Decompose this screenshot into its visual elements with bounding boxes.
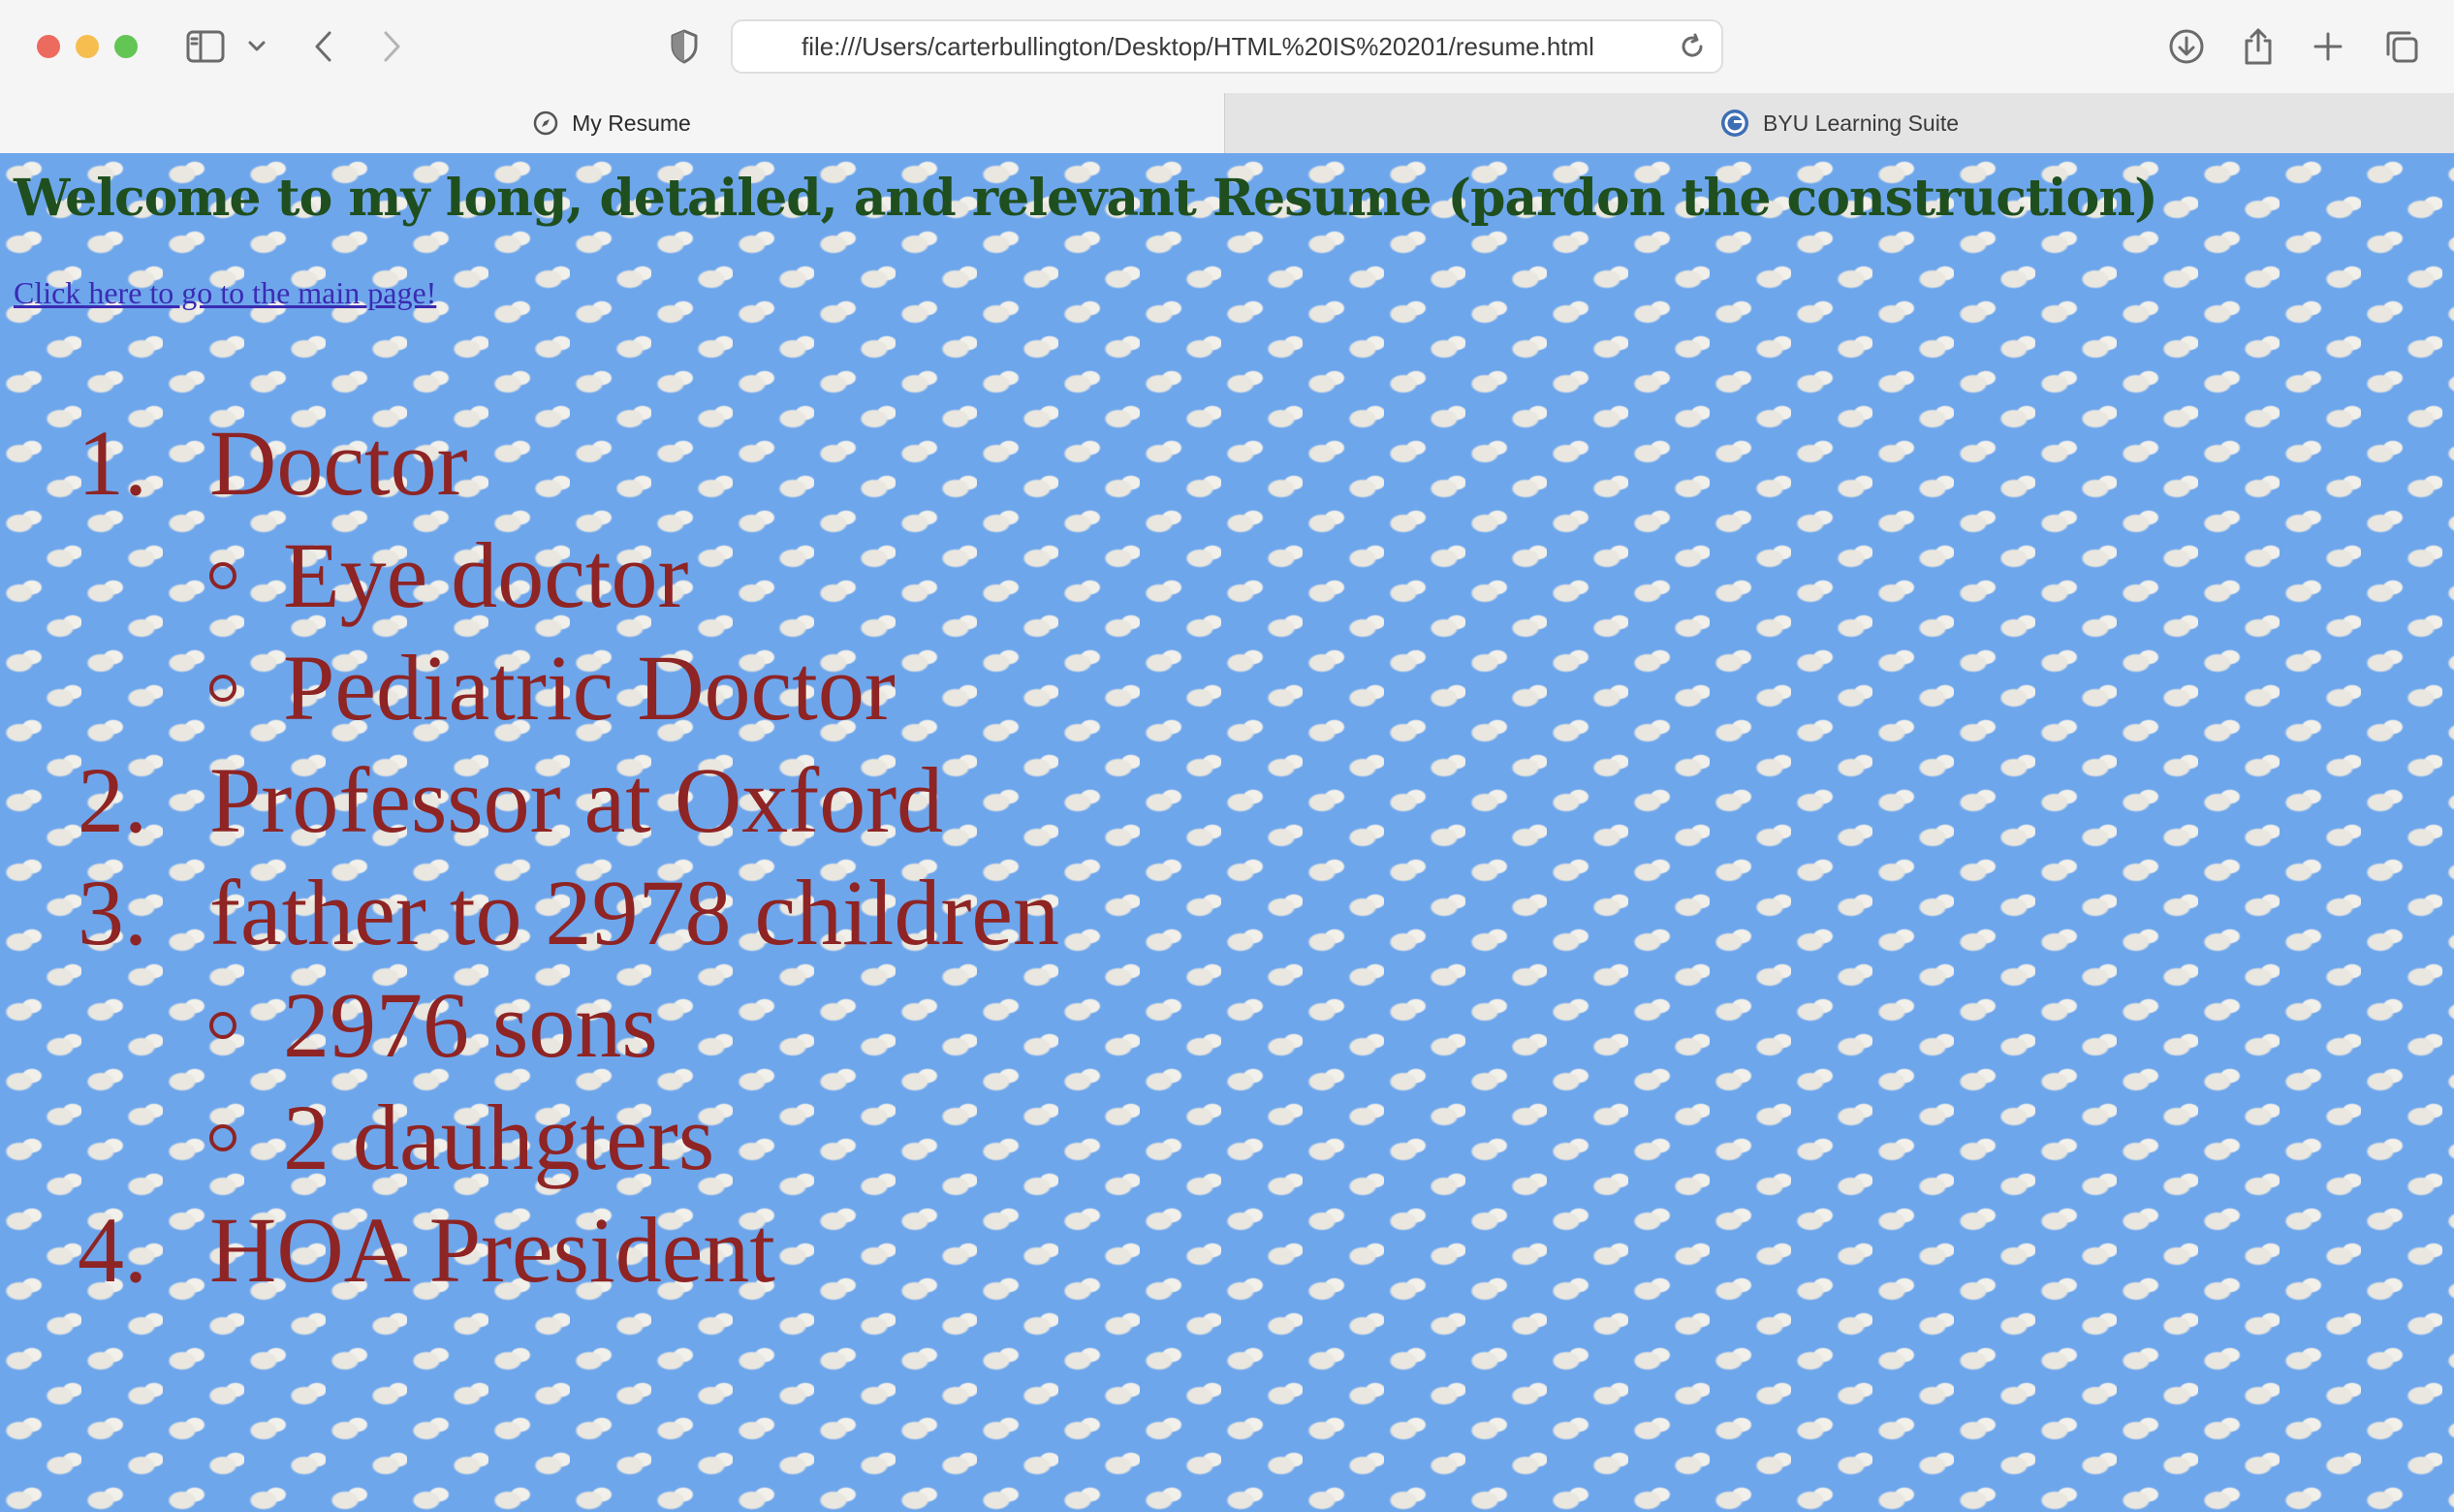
back-arrow-icon[interactable]	[300, 23, 347, 70]
tab-overview-icon[interactable]	[2378, 23, 2425, 70]
chevron-down-icon[interactable]	[235, 23, 279, 70]
forward-arrow-icon[interactable]	[368, 23, 415, 70]
page-title: Welcome to my long, detailed, and releva…	[14, 169, 2158, 228]
reload-icon[interactable]	[1669, 23, 1715, 70]
list-number: 2.	[78, 748, 147, 852]
tab-my-resume[interactable]: My Resume	[0, 93, 1225, 153]
share-icon[interactable]	[2235, 23, 2281, 70]
download-icon[interactable]	[2163, 23, 2210, 70]
zoom-window-button[interactable]	[114, 35, 138, 58]
tab-bar: My Resume BYU Learning Suite	[0, 93, 2454, 154]
list-item-text: father to 2978 children	[209, 861, 1060, 964]
list-item-text: HOA President	[209, 1198, 775, 1302]
sub-list-item-text: 2976 sons	[283, 973, 658, 1077]
sub-list-item-text: Pediatric Doctor	[283, 636, 896, 740]
list-item-text: Doctor	[209, 411, 468, 515]
minimize-window-button[interactable]	[76, 35, 99, 58]
web-page: Welcome to my long, detailed, and releva…	[0, 153, 2454, 1512]
browser-toolbar: file:///Users/carterbullington/Desktop/H…	[0, 0, 2454, 93]
address-bar[interactable]: file:///Users/carterbullington/Desktop/H…	[731, 19, 1723, 74]
new-tab-plus-icon[interactable]	[2305, 23, 2351, 70]
list-number: 4.	[78, 1198, 147, 1302]
sub-list-item-text: 2 dauhgters	[283, 1086, 715, 1189]
circle-bullet-icon	[209, 1012, 236, 1039]
learning-suite-icon	[1720, 109, 1749, 138]
sidebar-toggle-icon[interactable]	[182, 23, 229, 70]
circle-bullet-icon	[209, 675, 236, 702]
close-window-button[interactable]	[37, 35, 60, 58]
tab-byu-learning-suite[interactable]: BYU Learning Suite	[1225, 93, 2454, 153]
list-item-text: Professor at Oxford	[209, 748, 944, 852]
circle-bullet-icon	[209, 1124, 236, 1151]
tab-label: My Resume	[572, 110, 691, 136]
privacy-shield-icon[interactable]	[661, 23, 708, 70]
main-page-link[interactable]: Click here to go to the main page!	[14, 275, 436, 311]
tab-label: BYU Learning Suite	[1762, 110, 1959, 136]
sub-list-item-text: Eye doctor	[283, 523, 689, 627]
url-text: file:///Users/carterbullington/Desktop/H…	[802, 32, 1594, 61]
list-number: 1.	[78, 411, 147, 515]
compass-icon	[533, 110, 558, 136]
circle-bullet-icon	[209, 562, 236, 589]
list-number: 3.	[78, 861, 147, 964]
